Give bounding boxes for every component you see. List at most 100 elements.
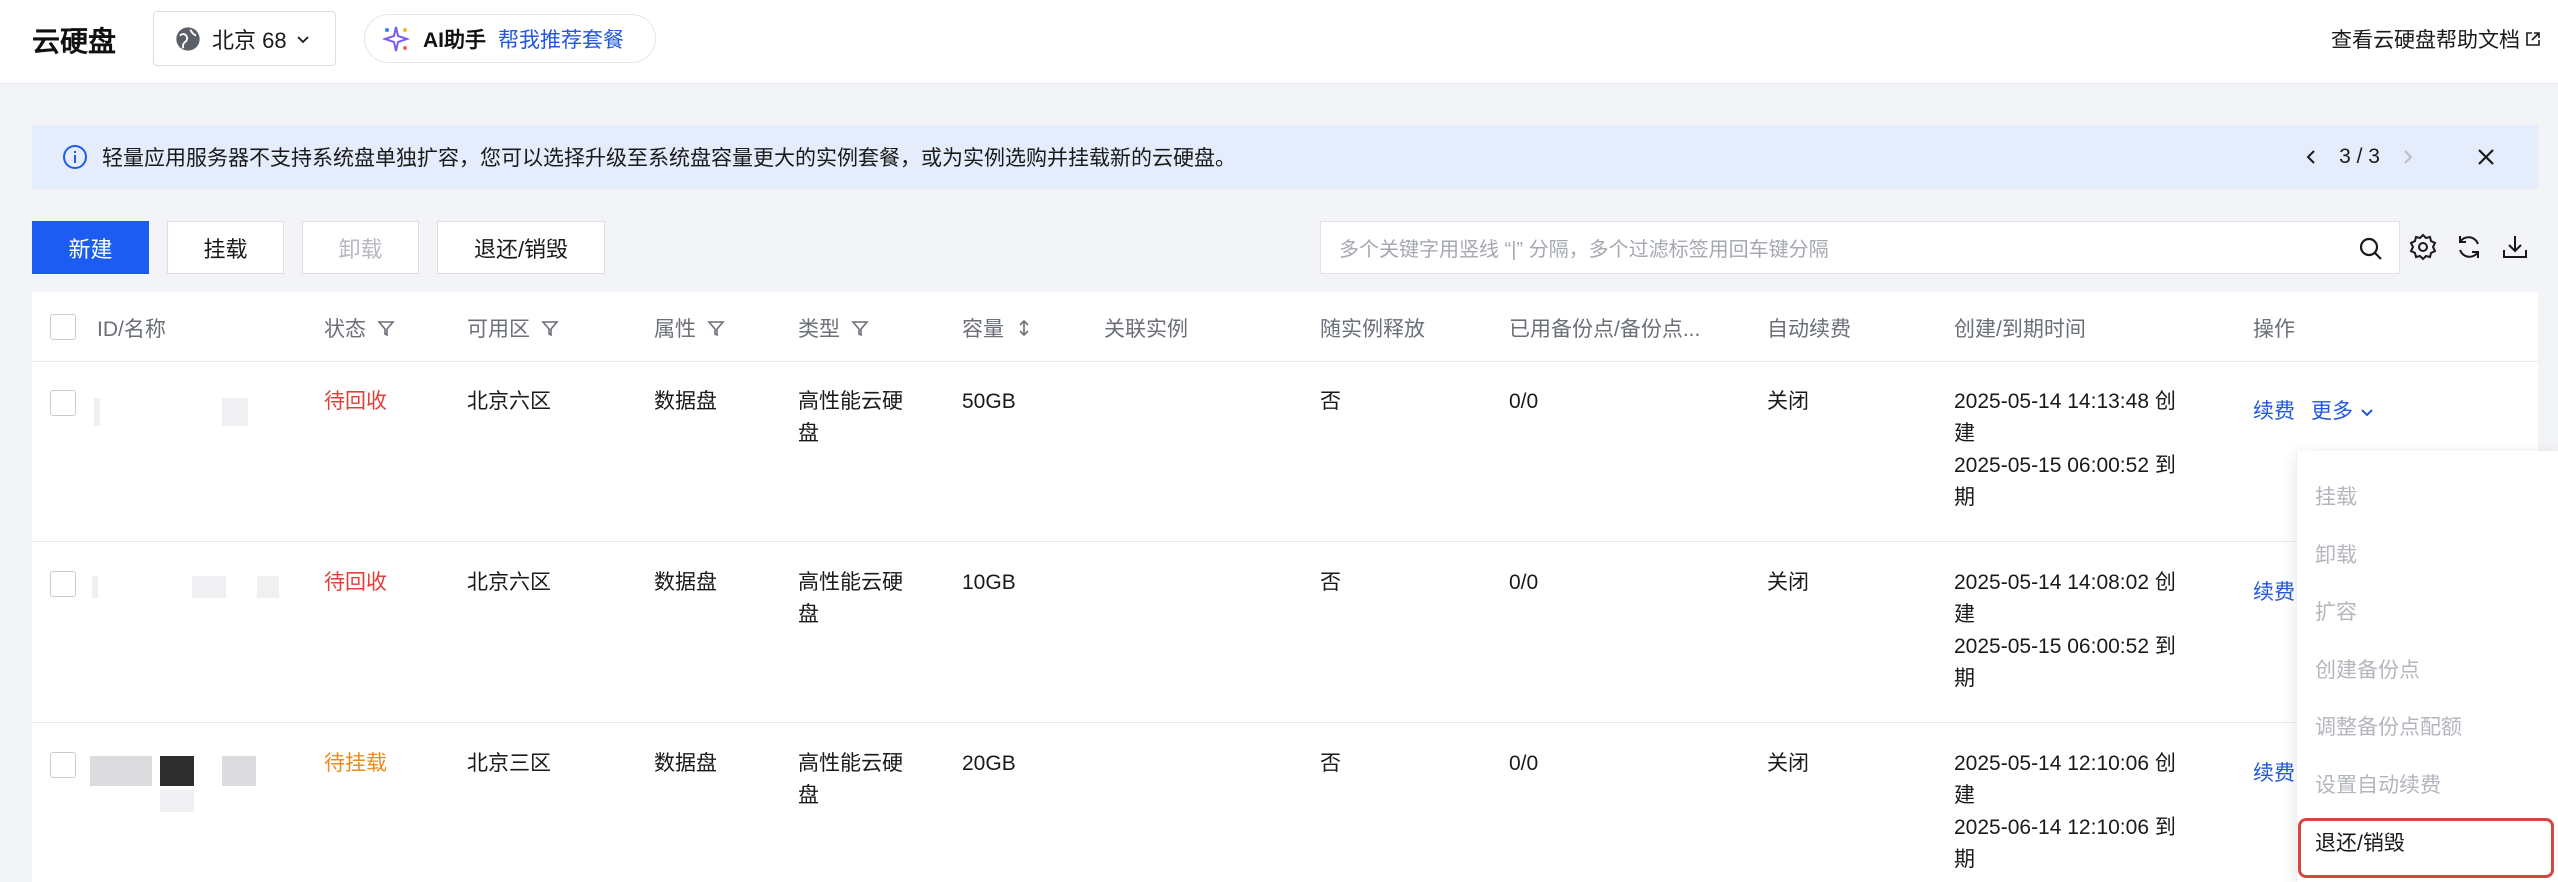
- row-checkbox[interactable]: [50, 390, 76, 416]
- col-id-name: ID/名称: [97, 313, 166, 343]
- ai-assistant-pill[interactable]: AI助手 帮我推荐套餐: [364, 14, 656, 63]
- col-zone: 可用区: [467, 313, 560, 343]
- notice-pager: 3 / 3: [2301, 125, 2418, 189]
- help-doc-link[interactable]: 查看云硬盘帮助文档: [2331, 24, 2542, 54]
- col-type: 类型: [798, 313, 870, 343]
- time-cell: 2025-05-14 14:13:48 创 建 2025-05-15 06:00…: [1954, 386, 2176, 514]
- table-header: ID/名称 状态 可用区 属性 类型 容量 关联实例 随实例释放 已用备份点/备…: [32, 292, 2538, 362]
- mount-button[interactable]: 挂载: [167, 221, 284, 274]
- table-row: 待回收 北京六区 数据盘 高性能云硬 盘 10GB 否 0/0 关闭 2025-…: [32, 543, 2538, 723]
- filter-icon[interactable]: [540, 318, 560, 338]
- col-instance: 关联实例: [1104, 313, 1188, 343]
- return-destroy-button[interactable]: 退还/销毁: [437, 221, 605, 274]
- col-capacity-label: 容量: [962, 318, 1004, 341]
- menu-item-adjust-backup-quota[interactable]: 调整备份点配额: [2315, 711, 2462, 741]
- chevron-down-icon: [2361, 409, 2373, 417]
- type-cell: 高性能云硬 盘: [798, 567, 903, 631]
- type-line: 盘: [798, 603, 819, 626]
- renew-link[interactable]: 续费: [2253, 577, 2295, 609]
- renew-link[interactable]: 续费: [2253, 396, 2295, 428]
- renew-link[interactable]: 续费: [2253, 758, 2295, 790]
- search-input[interactable]: 多个关键字用竖线 “|” 分隔，多个过滤标签用回车键分隔: [1320, 221, 2400, 274]
- col-backup: 已用备份点/备份点...: [1509, 313, 1700, 343]
- filter-icon[interactable]: [376, 318, 396, 338]
- col-id-name-label: ID/名称: [97, 318, 166, 341]
- col-actions: 操作: [2253, 313, 2295, 343]
- search-icon[interactable]: [2357, 235, 2385, 263]
- backup-cell: 0/0: [1509, 390, 1539, 413]
- col-auto-renew: 自动续费: [1767, 313, 1851, 343]
- zone-cell: 北京六区: [467, 390, 551, 413]
- col-capacity: 容量: [962, 313, 1034, 343]
- filter-icon[interactable]: [850, 318, 870, 338]
- external-link-icon: [2526, 32, 2540, 46]
- row-checkbox[interactable]: [50, 571, 76, 597]
- type-cell: 高性能云硬 盘: [798, 748, 903, 812]
- table-row: 待回收 北京六区 数据盘 高性能云硬 盘 50GB 否 0/0 关闭 2025-…: [32, 362, 2538, 542]
- zone-cell: 北京三区: [467, 752, 551, 775]
- download-icon[interactable]: [2500, 232, 2530, 262]
- attribute-cell: 数据盘: [654, 390, 717, 413]
- col-status: 状态: [324, 313, 396, 343]
- status-badge: 待回收: [324, 571, 387, 594]
- ai-recommend-link[interactable]: 帮我推荐套餐: [498, 24, 624, 54]
- chevron-right-icon[interactable]: [2398, 147, 2418, 167]
- time-line: 期: [1954, 486, 1975, 509]
- col-type-label: 类型: [798, 318, 840, 341]
- refresh-icon[interactable]: [2454, 232, 2484, 262]
- masked-id: [90, 756, 152, 786]
- backup-cell: 0/0: [1509, 752, 1539, 775]
- time-line: 2025-06-14 12:10:06 到: [1954, 816, 2176, 839]
- help-doc-label: 查看云硬盘帮助文档: [2331, 29, 2520, 52]
- col-time-label: 创建/到期时间: [1954, 318, 2086, 341]
- highlight-box: [2298, 818, 2554, 878]
- time-line: 2025-05-14 14:08:02 创: [1954, 571, 2176, 594]
- page-title: 云硬盘: [32, 26, 117, 57]
- attribute-cell: 数据盘: [654, 752, 717, 775]
- masked-id: [94, 398, 100, 426]
- col-actions-label: 操作: [2253, 318, 2295, 341]
- capacity-cell: 10GB: [962, 571, 1016, 594]
- new-button[interactable]: 新建: [32, 221, 149, 274]
- col-instance-label: 关联实例: [1104, 318, 1188, 341]
- filter-icon[interactable]: [706, 318, 726, 338]
- backup-cell: 0/0: [1509, 571, 1539, 594]
- col-attribute-label: 属性: [654, 318, 696, 341]
- type-line: 高性能云硬: [798, 752, 903, 775]
- col-zone-label: 可用区: [467, 318, 530, 341]
- close-icon[interactable]: [2474, 145, 2498, 169]
- auto-renew-cell: 关闭: [1767, 752, 1809, 775]
- menu-item-auto-renew[interactable]: 设置自动续费: [2315, 769, 2441, 799]
- masked-id: [192, 576, 226, 598]
- col-backup-label: 已用备份点/备份点...: [1509, 318, 1701, 341]
- status-badge: 待挂载: [324, 752, 387, 775]
- menu-item-expand[interactable]: 扩容: [2315, 596, 2357, 626]
- chevron-down-icon: [296, 35, 309, 43]
- time-line: 2025-05-14 14:13:48 创: [1954, 390, 2176, 413]
- notice-page-count: 3 / 3: [2339, 145, 2380, 168]
- menu-item-unmount[interactable]: 卸载: [2315, 539, 2357, 569]
- time-line: 期: [1954, 667, 1975, 690]
- unmount-button[interactable]: 卸载: [302, 221, 419, 274]
- release-cell: 否: [1320, 752, 1341, 775]
- chevron-left-icon[interactable]: [2301, 147, 2321, 167]
- release-cell: 否: [1320, 571, 1341, 594]
- gear-icon[interactable]: [2408, 232, 2438, 262]
- time-line: 2025-05-14 12:10:06 创: [1954, 752, 2176, 775]
- row-checkbox[interactable]: [50, 752, 76, 778]
- menu-item-create-backup[interactable]: 创建备份点: [2315, 654, 2420, 684]
- release-cell: 否: [1320, 390, 1341, 413]
- col-attribute: 属性: [654, 313, 726, 343]
- col-release: 随实例释放: [1320, 313, 1425, 343]
- region-select[interactable]: 北京 68: [153, 11, 336, 66]
- notice-banner: 轻量应用服务器不支持系统盘单独扩容，您可以选择升级至系统盘容量更大的实例套餐，或…: [32, 125, 2538, 189]
- sort-icon[interactable]: [1014, 318, 1034, 338]
- select-all-checkbox[interactable]: [50, 314, 76, 340]
- col-time: 创建/到期时间: [1954, 313, 2086, 343]
- menu-item-mount[interactable]: 挂载: [2315, 481, 2357, 511]
- more-dropdown-trigger[interactable]: 更多: [2311, 396, 2375, 428]
- notice-text: 轻量应用服务器不支持系统盘单独扩容，您可以选择升级至系统盘容量更大的实例套餐，或…: [102, 147, 1236, 170]
- masked-name: [222, 756, 256, 786]
- capacity-cell: 20GB: [962, 752, 1016, 775]
- zone-cell: 北京六区: [467, 571, 551, 594]
